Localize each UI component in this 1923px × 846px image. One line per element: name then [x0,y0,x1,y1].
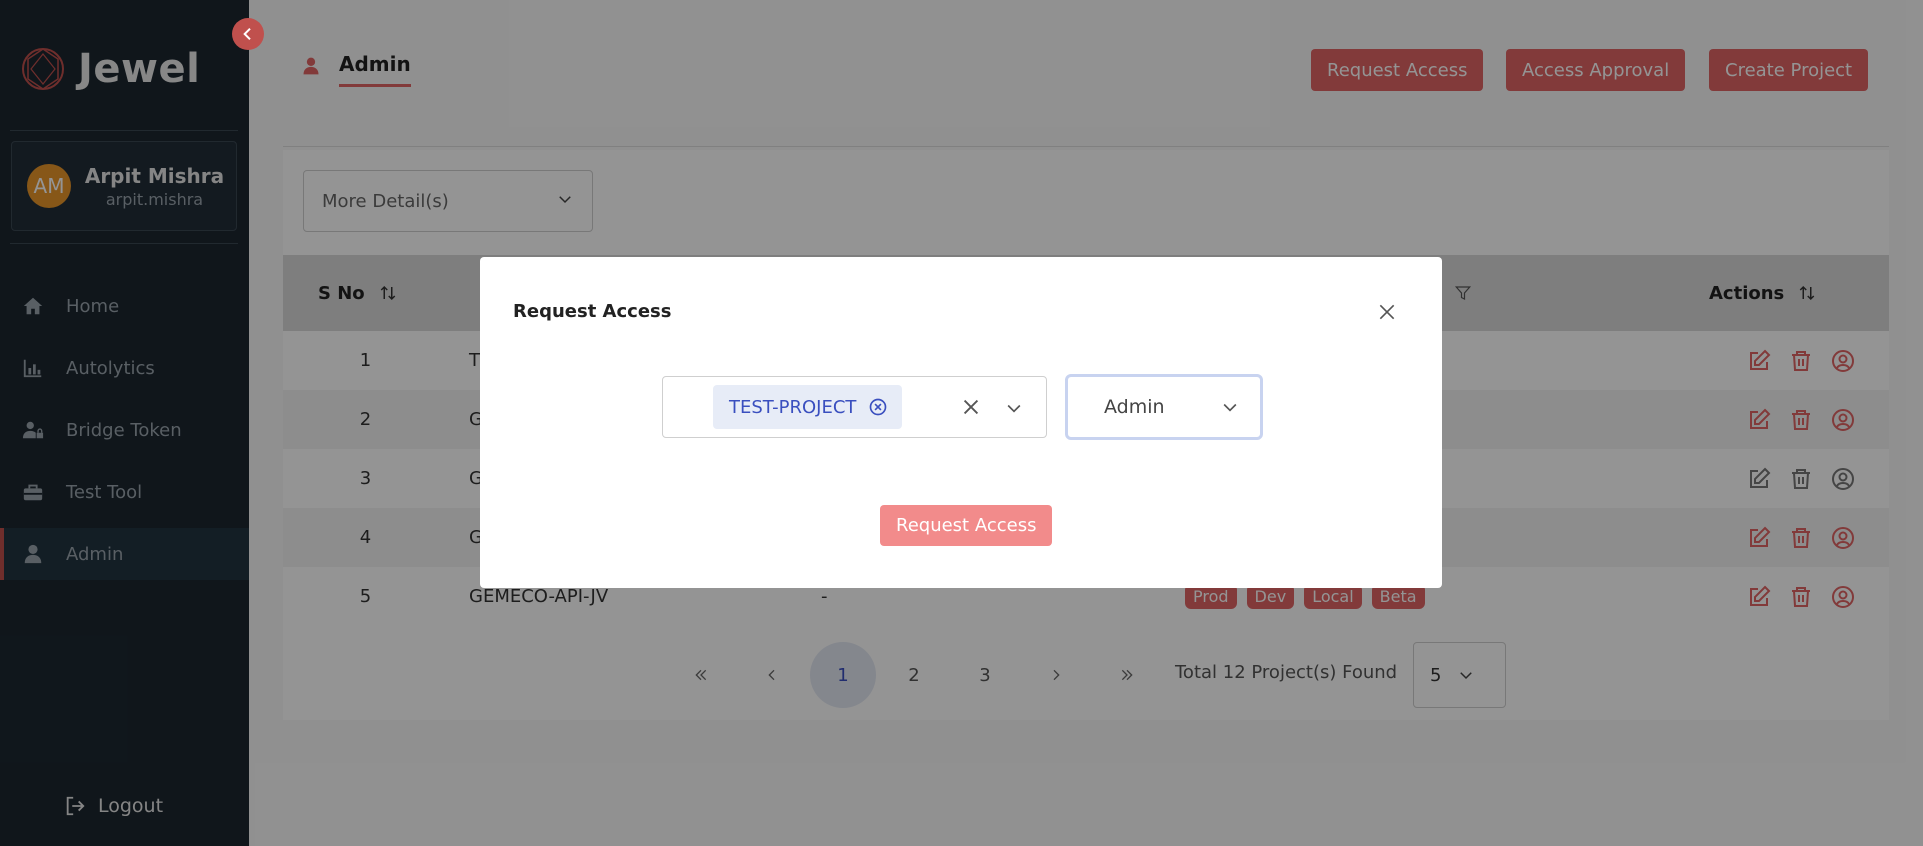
submit-request-access-button[interactable]: Request Access [880,505,1053,546]
request-access-modal: Request Access TEST-PROJECT Admin Reques… [480,257,1442,588]
role-select[interactable]: Admin [1065,374,1263,440]
clear-selection-icon[interactable] [960,396,982,418]
chevron-down-icon[interactable] [1004,398,1024,418]
project-multi-select[interactable]: TEST-PROJECT [662,376,1047,438]
modal-title: Request Access [513,301,672,322]
chevron-down-icon [1223,403,1237,412]
close-button[interactable] [1374,299,1400,325]
chevron-left-icon [243,27,251,41]
selected-project-chip: TEST-PROJECT [713,385,903,429]
collapse-sidebar-button[interactable] [232,18,264,50]
close-icon [1379,304,1395,320]
role-value: Admin [1104,396,1165,418]
selected-project-label: TEST-PROJECT [729,396,857,418]
remove-chip-icon[interactable] [868,397,888,417]
